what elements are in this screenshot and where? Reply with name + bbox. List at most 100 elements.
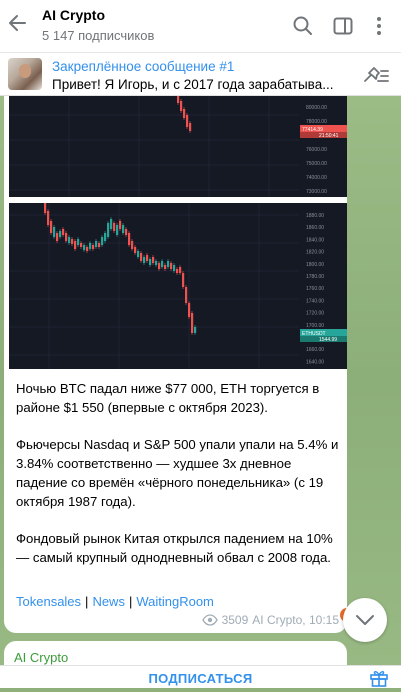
search-button[interactable] — [291, 14, 315, 38]
author-time: AI Crypto, 10:15 — [252, 613, 339, 627]
view-count: 3509 — [221, 613, 249, 627]
btc-chart-image[interactable]: 80000.0078000.0077000.0076000.0075000.00… — [9, 95, 347, 197]
subscribe-button[interactable]: ПОДПИСАТЬСЯ — [0, 666, 401, 688]
axis-tick-label: 74000.00 — [306, 175, 327, 181]
btc-price-time: 21:50:41 — [319, 133, 339, 139]
candle — [177, 95, 180, 103]
candle — [152, 257, 155, 263]
candle — [131, 241, 134, 249]
axis-tick-label: 1860.00 — [306, 225, 324, 231]
chat-header: AI Crypto 5 147 подписчиков — [0, 0, 401, 53]
candle — [167, 261, 170, 267]
candle — [86, 247, 89, 251]
more-vertical-icon — [377, 17, 381, 35]
candle — [182, 273, 185, 287]
axis-tick-label: 1800.00 — [306, 262, 324, 268]
tag-link-tokensales[interactable]: Tokensales — [16, 594, 81, 609]
arrow-left-icon — [9, 15, 26, 31]
gift-button[interactable] — [369, 669, 389, 687]
candle — [140, 253, 143, 261]
candle — [173, 265, 176, 271]
candle — [113, 223, 116, 231]
candle — [116, 225, 119, 235]
candle — [62, 229, 65, 235]
axis-tick-label: 75000.00 — [306, 161, 327, 167]
candle — [180, 101, 183, 111]
pinned-thumbnail — [8, 58, 42, 90]
bottom-bar: ПОДПИСАТЬСЯ — [0, 665, 401, 688]
sidebar-icon — [333, 17, 353, 35]
message-bubble[interactable]: 80000.0078000.0077000.0076000.0075000.00… — [4, 95, 347, 633]
candle — [183, 109, 186, 118]
next-message-sender: AI Crypto — [14, 650, 69, 665]
candle — [176, 269, 179, 273]
axis-tick-label: 1780.00 — [306, 274, 324, 280]
axis-tick-label: 1740.00 — [306, 298, 324, 304]
candle — [77, 239, 80, 245]
candle — [68, 237, 71, 243]
back-button[interactable] — [6, 12, 30, 40]
pin-list-icon — [364, 67, 389, 82]
pinned-list-button[interactable] — [362, 62, 390, 86]
candle — [134, 247, 137, 253]
eth-price-value: 1544.99 — [319, 337, 337, 343]
candle — [143, 257, 146, 263]
candle — [188, 303, 191, 317]
candle — [185, 287, 188, 303]
message-paragraph-2: Фьючерсы Nasdaq и S&P 500 упали упали на… — [16, 437, 339, 509]
tag-link-waitingroom[interactable]: WaitingRoom — [136, 594, 214, 609]
candle — [164, 265, 167, 269]
eth-chart-image[interactable]: 1880.00 1860.00 1840.00 1820.00 1800.00 1780.… — [9, 203, 347, 369]
candle — [155, 261, 158, 265]
subscriber-count: 5 147 подписчиков — [42, 28, 155, 43]
candle — [98, 243, 101, 247]
more-menu-button[interactable] — [367, 14, 391, 38]
message-paragraph-3: Фондовый рынок Китая открылся падением н… — [16, 531, 333, 565]
gift-icon — [370, 671, 388, 687]
candle — [80, 243, 83, 247]
candle — [119, 221, 122, 229]
axis-tick-label: 76000.00 — [306, 147, 327, 153]
candle — [89, 243, 92, 249]
search-icon — [293, 16, 312, 35]
axis-tick-label: 1760.00 — [306, 286, 324, 292]
candle — [47, 211, 50, 225]
candle — [128, 233, 131, 245]
candle — [179, 267, 182, 273]
axis-tick-label: 1820.00 — [306, 250, 324, 256]
pinned-text: Привет! Я Игорь, и с 2017 года зарабатыв… — [52, 77, 334, 92]
tag-link-news[interactable]: News — [92, 594, 125, 609]
axis-tick-label: 78000.00 — [306, 119, 327, 125]
candle — [137, 251, 140, 257]
candle — [161, 261, 164, 267]
candle — [186, 115, 189, 127]
axis-tick-label: 73000.00 — [306, 189, 327, 195]
candle — [107, 223, 110, 237]
channel-title[interactable]: AI Crypto — [42, 7, 105, 23]
candle — [83, 245, 86, 250]
candle — [104, 233, 107, 241]
candle — [194, 327, 197, 333]
candle — [95, 241, 98, 247]
chevron-down-icon — [356, 615, 374, 625]
scroll-down-button[interactable] — [343, 598, 387, 642]
axis-tick-label: 1720.00 — [306, 311, 324, 317]
pinned-message-bar[interactable]: Закреплённое сообщение #1 Привет! Я Игор… — [0, 53, 401, 96]
toggle-sidebar-button[interactable] — [331, 14, 355, 38]
candle — [191, 313, 194, 333]
axis-tick-label: 1660.00 — [306, 347, 324, 353]
candle — [146, 255, 149, 261]
axis-tick-label: 1700.00 — [306, 323, 324, 329]
hashtag-links: Tokensales | News | WaitingRoom — [16, 594, 214, 609]
message-meta: 3509 AI Crypto, 10:15 — [201, 613, 339, 627]
candle — [149, 259, 152, 265]
axis-tick-label: 1840.00 — [306, 237, 324, 243]
candle — [53, 227, 56, 237]
candle — [50, 221, 53, 233]
candle — [59, 231, 62, 237]
tag-separator: | — [85, 594, 89, 609]
candle — [122, 225, 125, 233]
candle — [56, 233, 59, 241]
candle — [101, 237, 104, 245]
tag-separator: | — [128, 594, 133, 609]
